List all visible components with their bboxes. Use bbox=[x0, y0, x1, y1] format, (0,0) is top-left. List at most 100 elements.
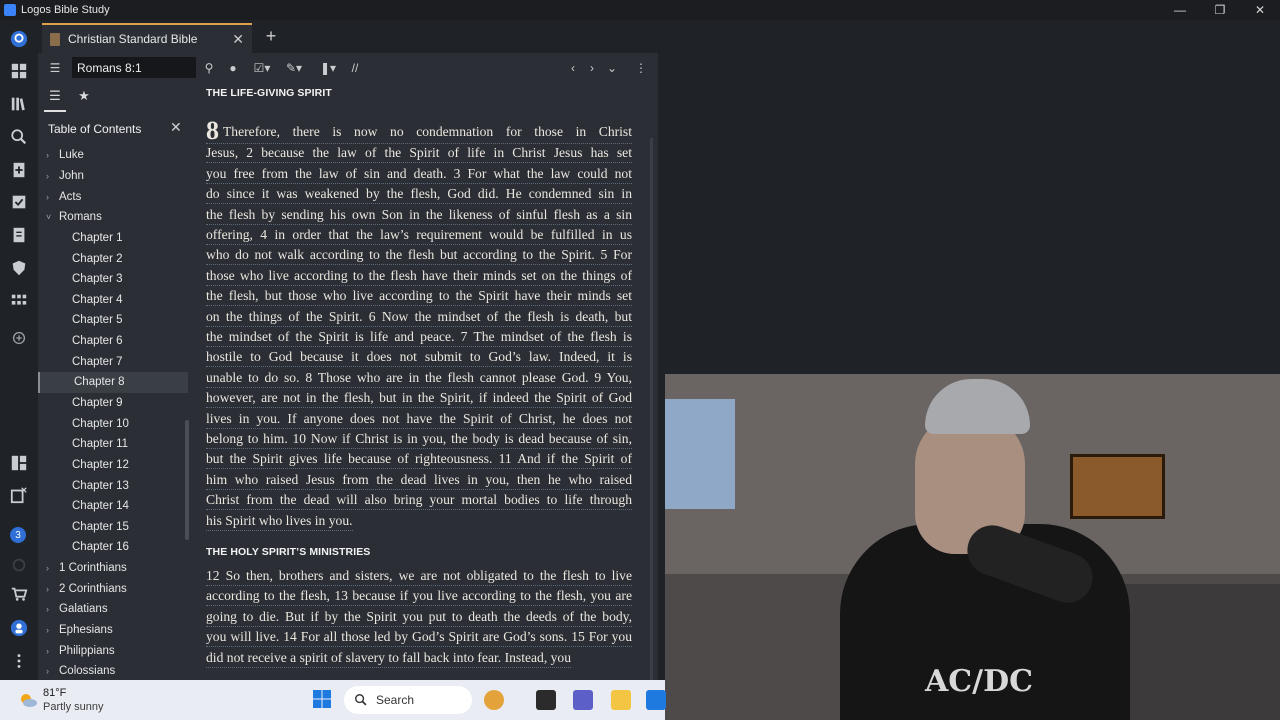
close-icon[interactable]: ✕ bbox=[170, 119, 182, 136]
verse-line[interactable]: unable to do so. 8 Those who are in the … bbox=[206, 369, 632, 388]
toc-item-chapter-6[interactable]: Chapter 6 bbox=[38, 331, 188, 352]
tab-christian-standard-bible[interactable]: Christian Standard Bible ✕ bbox=[42, 23, 252, 53]
toc-item-1-corinthians[interactable]: › 1 Corinthians bbox=[38, 558, 188, 579]
minimize-icon[interactable]: — bbox=[1160, 0, 1200, 20]
search-icon[interactable] bbox=[8, 126, 30, 148]
close-panels-icon[interactable] bbox=[8, 484, 30, 506]
store-icon[interactable] bbox=[646, 690, 666, 710]
toc-item-philippians[interactable]: › Philippians bbox=[38, 640, 188, 661]
chevron-right-icon[interactable]: › bbox=[46, 192, 56, 202]
verse-line[interactable]: lives in you. If anyone does not have th… bbox=[206, 410, 632, 429]
teams-icon[interactable] bbox=[573, 690, 593, 710]
checklist-icon[interactable] bbox=[8, 191, 30, 213]
verse-line[interactable]: hostile to God because it does not submi… bbox=[206, 348, 632, 368]
highlight-icon[interactable]: ✎▾ bbox=[282, 59, 306, 77]
toc-item-chapter-10[interactable]: Chapter 10 bbox=[38, 413, 188, 434]
chevron-right-icon[interactable]: › bbox=[46, 625, 56, 635]
chevron-right-icon[interactable]: › bbox=[46, 646, 56, 656]
chevron-right-icon[interactable]: › bbox=[46, 666, 56, 676]
user-avatar-icon[interactable] bbox=[8, 617, 30, 639]
toc-item-chapter-2[interactable]: Chapter 2 bbox=[38, 248, 188, 269]
verse-line[interactable]: you will live. 14 For all those led by G… bbox=[206, 628, 632, 648]
parallel-columns-icon[interactable]: ❚▾ bbox=[316, 59, 340, 77]
favorites-tab-icon[interactable]: ★ bbox=[75, 88, 93, 106]
verse-line[interactable]: you free from the law of sin and death. … bbox=[206, 165, 632, 184]
toc-item-ephesians[interactable]: › Ephesians bbox=[38, 620, 188, 641]
toc-item-chapter-4[interactable]: Chapter 4 bbox=[38, 289, 188, 310]
reader-scrollbar[interactable] bbox=[650, 138, 653, 718]
chevron-down-icon[interactable]: ˅ bbox=[46, 212, 56, 222]
file-explorer-icon[interactable] bbox=[611, 690, 631, 710]
reference-input[interactable] bbox=[72, 57, 196, 78]
toc-item-romans[interactable]: ˅ Romans bbox=[38, 207, 188, 228]
toc-item-2-corinthians[interactable]: › 2 Corinthians bbox=[38, 578, 188, 599]
verse-line[interactable]: but the Spirit gives life because of rig… bbox=[206, 450, 632, 470]
verse-line[interactable]: the mindset of the Spirit is life and pe… bbox=[206, 328, 632, 347]
document-icon[interactable] bbox=[8, 224, 30, 246]
verse-line[interactable]: however, are not in the flesh, but in th… bbox=[206, 389, 632, 409]
search-icon[interactable]: ⚲ bbox=[200, 59, 218, 77]
verse-line[interactable]: Christ from the dead will also bring you… bbox=[206, 491, 632, 511]
sync-icon[interactable] bbox=[8, 554, 30, 576]
toc-item-chapter-5[interactable]: Chapter 5 bbox=[38, 310, 188, 331]
toc-item-john[interactable]: › John bbox=[38, 166, 188, 187]
verse-line[interactable]: who do not walk according to the flesh b… bbox=[206, 246, 632, 266]
toc-item-chapter-1[interactable]: Chapter 1 bbox=[38, 228, 188, 249]
back-icon[interactable]: ‹ bbox=[564, 59, 582, 77]
restore-icon[interactable]: ❐ bbox=[1200, 0, 1240, 20]
toc-item-chapter-11[interactable]: Chapter 11 bbox=[38, 434, 188, 455]
toc-item-galatians[interactable]: › Galatians bbox=[38, 599, 188, 620]
people-icon[interactable]: ● bbox=[224, 59, 242, 77]
chevron-right-icon[interactable]: › bbox=[46, 563, 56, 573]
toc-item-colossians[interactable]: › Colossians bbox=[38, 661, 188, 682]
verse-line[interactable]: belong to him. 10 Now if Christ is in yo… bbox=[206, 430, 632, 449]
verse-line[interactable]: 12 So then, brothers and sisters, we are… bbox=[206, 567, 632, 586]
toc-item-chapter-8[interactable]: Chapter 8 bbox=[38, 372, 188, 393]
chevron-right-icon[interactable]: › bbox=[46, 150, 56, 160]
chevron-right-icon[interactable]: › bbox=[46, 604, 56, 614]
dashboard-icon[interactable] bbox=[8, 60, 30, 82]
verse-line[interactable]: the flesh, but those who live according … bbox=[206, 287, 632, 307]
toc-item-chapter-7[interactable]: Chapter 7 bbox=[38, 351, 188, 372]
toc-item-chapter-12[interactable]: Chapter 12 bbox=[38, 455, 188, 476]
shield-icon[interactable] bbox=[8, 257, 30, 279]
toc-item-chapter-16[interactable]: Chapter 16 bbox=[38, 537, 188, 558]
verse-line[interactable]: Jesus, 2 because the law of the Spirit o… bbox=[206, 144, 632, 164]
layout-icon[interactable] bbox=[8, 452, 30, 474]
chevron-right-icon[interactable]: › bbox=[46, 584, 56, 594]
chevron-right-icon[interactable]: › bbox=[46, 171, 56, 181]
verse-line[interactable]: did not receive a spirit of slavery to f… bbox=[206, 649, 572, 668]
toc-item-chapter-14[interactable]: Chapter 14 bbox=[38, 496, 188, 517]
verse-line[interactable]: his Spirit who lives in you. bbox=[206, 512, 353, 531]
cart-icon[interactable] bbox=[8, 583, 30, 605]
task-view-icon[interactable] bbox=[536, 690, 556, 710]
verse-line[interactable]: according to the flesh, 13 because if yo… bbox=[206, 587, 632, 607]
verse-line[interactable]: the flesh by sending his own Son in the … bbox=[206, 206, 632, 225]
toc-tab-icon[interactable]: ☰ bbox=[44, 88, 66, 112]
verse-line[interactable]: do since it was weakened by the flesh, G… bbox=[206, 185, 632, 205]
verse-line[interactable]: those who live according to the flesh ha… bbox=[206, 267, 632, 286]
add-circle-icon[interactable] bbox=[8, 327, 30, 349]
close-icon[interactable]: ✕ bbox=[232, 31, 244, 48]
apps-grid-icon[interactable] bbox=[8, 290, 30, 312]
toc-item-chapter-15[interactable]: Chapter 15 bbox=[38, 517, 188, 538]
visual-filters-icon[interactable]: ☑▾ bbox=[250, 59, 274, 77]
mushroom-widget-icon[interactable] bbox=[484, 690, 504, 710]
toc-item-chapter-13[interactable]: Chapter 13 bbox=[38, 475, 188, 496]
partly-sunny-icon[interactable] bbox=[18, 692, 38, 708]
panel-menu-icon[interactable]: ⋮ bbox=[632, 59, 650, 77]
toc-item-acts[interactable]: › Acts bbox=[38, 186, 188, 207]
weather-temperature[interactable]: 81°F bbox=[43, 687, 66, 699]
verse-line[interactable]: him who raised Jesus from the dead lives… bbox=[206, 471, 632, 490]
weather-description[interactable]: Partly sunny bbox=[43, 701, 104, 713]
taskbar-search[interactable]: Search bbox=[344, 686, 472, 714]
windows-start-icon[interactable] bbox=[312, 689, 332, 709]
history-dropdown-icon[interactable]: ⌄ bbox=[603, 59, 621, 77]
verse-line[interactable]: offering, 4 in order that the law’s requ… bbox=[206, 226, 632, 245]
verse-line[interactable]: on the things of the Spirit. 6 Now the m… bbox=[206, 308, 632, 327]
sidebar-scrollbar[interactable] bbox=[185, 420, 189, 540]
notification-badge[interactable]: 3 bbox=[10, 527, 26, 543]
toc-item-chapter-9[interactable]: Chapter 9 bbox=[38, 393, 188, 414]
forward-icon[interactable]: › bbox=[583, 59, 601, 77]
library-icon[interactable] bbox=[8, 93, 30, 115]
